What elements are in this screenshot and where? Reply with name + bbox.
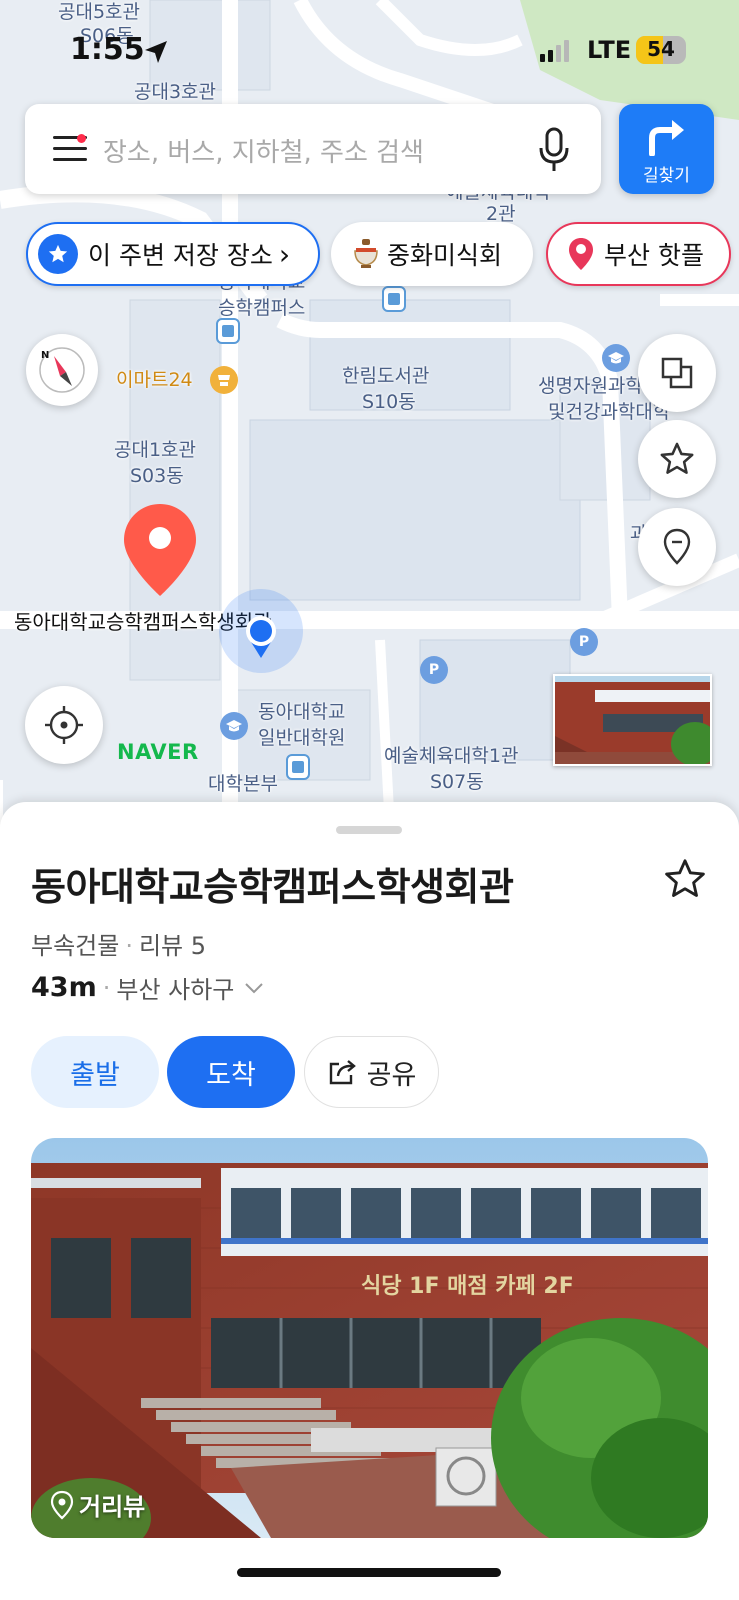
- street-view-button[interactable]: 거리뷰: [49, 1487, 145, 1522]
- crosshair-icon: [45, 706, 83, 744]
- star-outline-icon: [660, 442, 694, 474]
- map-label-emart: 이마트24: [116, 369, 193, 391]
- chip-busan-hot[interactable]: 부산 핫플: [546, 222, 731, 286]
- route-arrow-icon: [649, 120, 684, 156]
- status-time: 1:55: [70, 32, 145, 67]
- mic-icon[interactable]: [537, 126, 571, 174]
- bus-stop-icon[interactable]: [382, 286, 406, 312]
- map-label-arts1-code: S07동: [430, 771, 484, 793]
- school-icon[interactable]: [220, 712, 248, 740]
- selected-place-marker-icon[interactable]: [122, 502, 198, 598]
- chip-saved-places[interactable]: 이 주변 저장 장소 ›: [26, 222, 320, 286]
- map-label-grad-a: 동아대학교: [258, 701, 346, 723]
- current-location-icon: [219, 589, 303, 673]
- bus-stop-icon[interactable]: [216, 318, 240, 344]
- naver-logo: NAVER: [117, 740, 199, 764]
- compass-icon: N: [39, 347, 85, 393]
- chip-food-label: 중화미식회: [387, 241, 503, 270]
- map-label-eng1: 공대1호관: [114, 439, 197, 461]
- star-icon: [38, 234, 78, 274]
- region: 부산 사하구: [116, 976, 235, 1004]
- battery-icon: 54: [636, 36, 686, 64]
- favorites-button[interactable]: [638, 420, 716, 498]
- place-detail-sheet[interactable]: 동아대학교승학캠퍼스학생회관 부속건물 · 리뷰 5 43m · 부산 사하구 출발 도…: [0, 802, 739, 1600]
- my-location-button[interactable]: [25, 686, 103, 764]
- search-bar[interactable]: 장소, 버스, 지하철, 주소 검색: [25, 104, 601, 194]
- place-location[interactable]: 43m · 부산 사하구: [31, 970, 264, 1005]
- place-title: 동아대학교승학캠퍼스학생회관: [31, 865, 514, 909]
- place-pin-button[interactable]: [638, 508, 716, 586]
- map-label-library-code: S10동: [362, 391, 416, 413]
- layers-icon: [661, 357, 693, 389]
- review-link[interactable]: 리뷰 5: [139, 932, 206, 960]
- distance: 43m: [31, 972, 97, 1003]
- pin-outline-icon: [663, 528, 691, 565]
- chip-chinese-food[interactable]: 중화미식회: [331, 222, 533, 286]
- street-view-label: 거리뷰: [79, 1493, 146, 1521]
- share-label: 공유: [366, 1059, 417, 1091]
- school-icon[interactable]: [602, 344, 630, 372]
- save-star-icon[interactable]: [662, 856, 708, 902]
- compass-button[interactable]: N: [26, 334, 98, 406]
- arrive-button[interactable]: 도착: [167, 1036, 295, 1108]
- network-type: LTE: [587, 36, 632, 64]
- place-meta: 부속건물 · 리뷰 5: [31, 932, 207, 960]
- building-sign: 식당 1F 매점 카페 2F: [361, 1274, 574, 1299]
- street-view-thumbnail[interactable]: [553, 674, 712, 766]
- place-category: 부속건물: [31, 932, 120, 960]
- location-arrow-icon: [145, 41, 167, 63]
- map-label-arts1: 예술체육대학1관: [384, 745, 519, 767]
- depart-button[interactable]: 출발: [31, 1036, 159, 1108]
- map-label-grad-b: 일반대학원: [258, 727, 346, 749]
- directions-label: 길찾기: [643, 166, 690, 186]
- convenience-store-icon[interactable]: [210, 366, 238, 394]
- map-label-eng3: 공대3호관: [134, 81, 217, 103]
- chip-saved-label: 이 주변 저장 장소: [88, 241, 273, 270]
- chip-hot-label: 부산 핫플: [604, 241, 704, 270]
- notification-dot: [77, 134, 86, 143]
- layers-button[interactable]: [638, 334, 716, 412]
- place-photo[interactable]: 식당 1F 매점 카페 2F 거리뷰: [31, 1138, 708, 1538]
- sheet-drag-handle[interactable]: [336, 826, 402, 834]
- bus-stop-icon[interactable]: [286, 754, 310, 780]
- parking-icon[interactable]: P: [420, 656, 448, 684]
- map-label-eng5: 공대5호관: [58, 1, 141, 23]
- map-label-hq: 대학본부: [208, 773, 278, 795]
- share-icon: [329, 1060, 356, 1085]
- battery-level: 54: [647, 37, 675, 61]
- home-indicator[interactable]: [237, 1568, 501, 1577]
- map-label-bio-a: 생명자원과학: [538, 375, 643, 397]
- pin-outline-icon: [50, 1490, 74, 1519]
- share-button[interactable]: 공유: [304, 1036, 439, 1108]
- parking-icon[interactable]: P: [570, 628, 598, 656]
- status-bar: 1:55 LTE 54: [0, 28, 739, 72]
- map-label-library: 한림도서관: [342, 365, 430, 387]
- bowl-icon: [354, 239, 378, 268]
- signal-strength-icon: [540, 40, 569, 62]
- chevron-down-icon: [245, 982, 264, 993]
- search-input[interactable]: 장소, 버스, 지하철, 주소 검색: [103, 132, 424, 169]
- compass-north-label: N: [41, 350, 49, 361]
- map-label-eng1-code: S03동: [130, 465, 184, 487]
- pin-icon: [569, 238, 593, 270]
- directions-button[interactable]: 길찾기: [619, 104, 714, 194]
- building-photo: 식당 1F 매점 카페 2F: [31, 1138, 708, 1538]
- chevron-right-icon: ›: [278, 237, 291, 271]
